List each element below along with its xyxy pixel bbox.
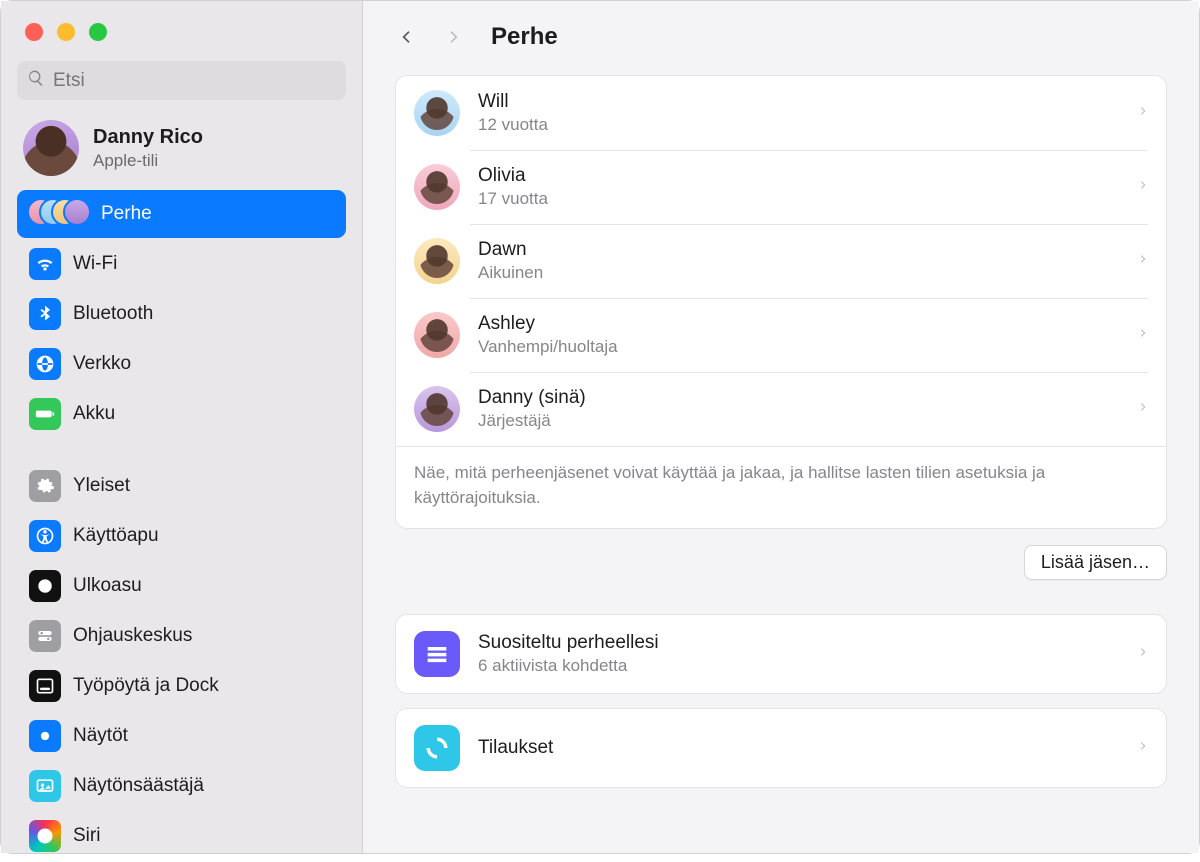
member-role: 17 vuotta (478, 189, 1120, 209)
member-role: 12 vuotta (478, 115, 1120, 135)
accessibility-icon (29, 520, 61, 552)
family-members-card: Will12 vuottaOlivia17 vuottaDawnAikuinen… (395, 75, 1167, 529)
account-name: Danny Rico (93, 126, 203, 149)
content-scroll: Will12 vuottaOlivia17 vuottaDawnAikuinen… (363, 75, 1199, 853)
member-role: Aikuinen (478, 263, 1120, 283)
sidebar-item-label: Ulkoasu (73, 575, 142, 597)
member-name: Olivia (478, 165, 1120, 187)
minimize-window-button[interactable] (57, 23, 75, 41)
close-window-button[interactable] (25, 23, 43, 41)
controlcenter-icon (29, 620, 61, 652)
sidebar-list: Perhe Wi-Fi Bluetooth Verkko Akku Yleiset Kä… (1, 190, 362, 862)
account-subtitle: Apple-tili (93, 151, 203, 171)
recommended-sub: 6 aktiivista kohdetta (478, 656, 1120, 676)
sidebar-item-label: Siri (73, 825, 100, 847)
sidebar-account-row[interactable]: Danny Rico Apple-tili (1, 114, 362, 190)
recommended-card[interactable]: Suositeltu perheellesi 6 aktiivista kohd… (395, 614, 1167, 694)
subscriptions-icon (414, 725, 460, 771)
sidebar-item-wifi[interactable]: Wi-Fi (17, 240, 346, 288)
sidebar-item-screensaver[interactable]: Näytönsäästäjä (17, 762, 346, 810)
member-name: Ashley (478, 313, 1120, 335)
sidebar-item-bluetooth[interactable]: Bluetooth (17, 290, 346, 338)
sidebar-item-dock[interactable]: Työpöytä ja Dock (17, 662, 346, 710)
fullscreen-window-button[interactable] (89, 23, 107, 41)
globe-icon (29, 348, 61, 380)
chevron-right-icon (1138, 177, 1148, 198)
battery-icon (29, 398, 61, 430)
chevron-right-icon (1138, 103, 1148, 124)
search-input[interactable] (53, 70, 336, 92)
back-button[interactable] (393, 23, 421, 51)
sidebar-item-label: Bluetooth (73, 303, 153, 325)
subscriptions-card[interactable]: Tilaukset (395, 708, 1167, 788)
family-avatars-icon (27, 198, 89, 230)
sidebar-item-label: Yleiset (73, 475, 130, 497)
sidebar-item-label: Käyttöapu (73, 525, 159, 547)
sidebar-item-family[interactable]: Perhe (17, 190, 346, 238)
member-name: Will (478, 91, 1120, 113)
page-title: Perhe (491, 23, 558, 51)
member-avatar (414, 238, 460, 284)
bluetooth-icon (29, 298, 61, 330)
search-icon (27, 69, 45, 92)
header: Perhe (363, 1, 1199, 75)
family-member-row[interactable]: AshleyVanhempi/huoltaja (396, 298, 1166, 372)
sidebar-item-siri[interactable]: Siri (17, 812, 346, 860)
family-member-row[interactable]: Olivia17 vuotta (396, 150, 1166, 224)
forward-button[interactable] (439, 23, 467, 51)
sidebar-item-label: Ohjauskeskus (73, 625, 192, 647)
sidebar-item-globe[interactable]: Verkko (17, 340, 346, 388)
family-member-row[interactable]: Will12 vuotta (396, 76, 1166, 150)
sidebar-item-battery[interactable]: Akku (17, 390, 346, 438)
sidebar: Danny Rico Apple-tili Perhe Wi-Fi Bluetoo… (1, 1, 363, 853)
appearance-icon (29, 570, 61, 602)
sidebar-item-gear[interactable]: Yleiset (17, 462, 346, 510)
dock-icon (29, 670, 61, 702)
search-field[interactable] (17, 61, 346, 100)
sidebar-item-displays[interactable]: Näytöt (17, 712, 346, 760)
chevron-right-icon (1138, 325, 1148, 346)
sidebar-item-controlcenter[interactable]: Ohjauskeskus (17, 612, 346, 660)
member-avatar (414, 386, 460, 432)
members-footer-text: Näe, mitä perheenjäsenet voivat käyttää … (396, 446, 1166, 528)
sidebar-item-label: Perhe (101, 203, 152, 225)
member-name: Dawn (478, 239, 1120, 261)
window-controls (1, 1, 362, 61)
screensaver-icon (29, 770, 61, 802)
chevron-right-icon (1138, 251, 1148, 272)
account-avatar (23, 120, 79, 176)
gear-icon (29, 470, 61, 502)
sidebar-item-label: Akku (73, 403, 115, 425)
chevron-right-icon (1138, 738, 1148, 759)
member-avatar (414, 164, 460, 210)
member-name: Danny (sinä) (478, 387, 1120, 409)
siri-icon (29, 820, 61, 852)
family-member-row[interactable]: DawnAikuinen (396, 224, 1166, 298)
add-member-button[interactable]: Lisää jäsen… (1024, 545, 1167, 580)
member-role: Järjestäjä (478, 411, 1120, 431)
sidebar-item-label: Verkko (73, 353, 131, 375)
chevron-right-icon (1138, 399, 1148, 420)
recommended-icon (414, 631, 460, 677)
sidebar-item-label: Wi-Fi (73, 253, 117, 275)
main-panel: Perhe Will12 vuottaOlivia17 vuottaDawnAi… (363, 1, 1199, 853)
member-role: Vanhempi/huoltaja (478, 337, 1120, 357)
subscriptions-title: Tilaukset (478, 737, 1120, 759)
family-member-row[interactable]: Danny (sinä)Järjestäjä (396, 372, 1166, 446)
sidebar-item-label: Näytöt (73, 725, 128, 747)
sidebar-item-label: Näytönsäästäjä (73, 775, 204, 797)
member-avatar (414, 312, 460, 358)
sidebar-item-appearance[interactable]: Ulkoasu (17, 562, 346, 610)
sidebar-item-label: Työpöytä ja Dock (73, 675, 219, 697)
member-avatar (414, 90, 460, 136)
chevron-right-icon (1138, 644, 1148, 665)
recommended-title: Suositeltu perheellesi (478, 632, 1120, 654)
wifi-icon (29, 248, 61, 280)
displays-icon (29, 720, 61, 752)
sidebar-item-accessibility[interactable]: Käyttöapu (17, 512, 346, 560)
